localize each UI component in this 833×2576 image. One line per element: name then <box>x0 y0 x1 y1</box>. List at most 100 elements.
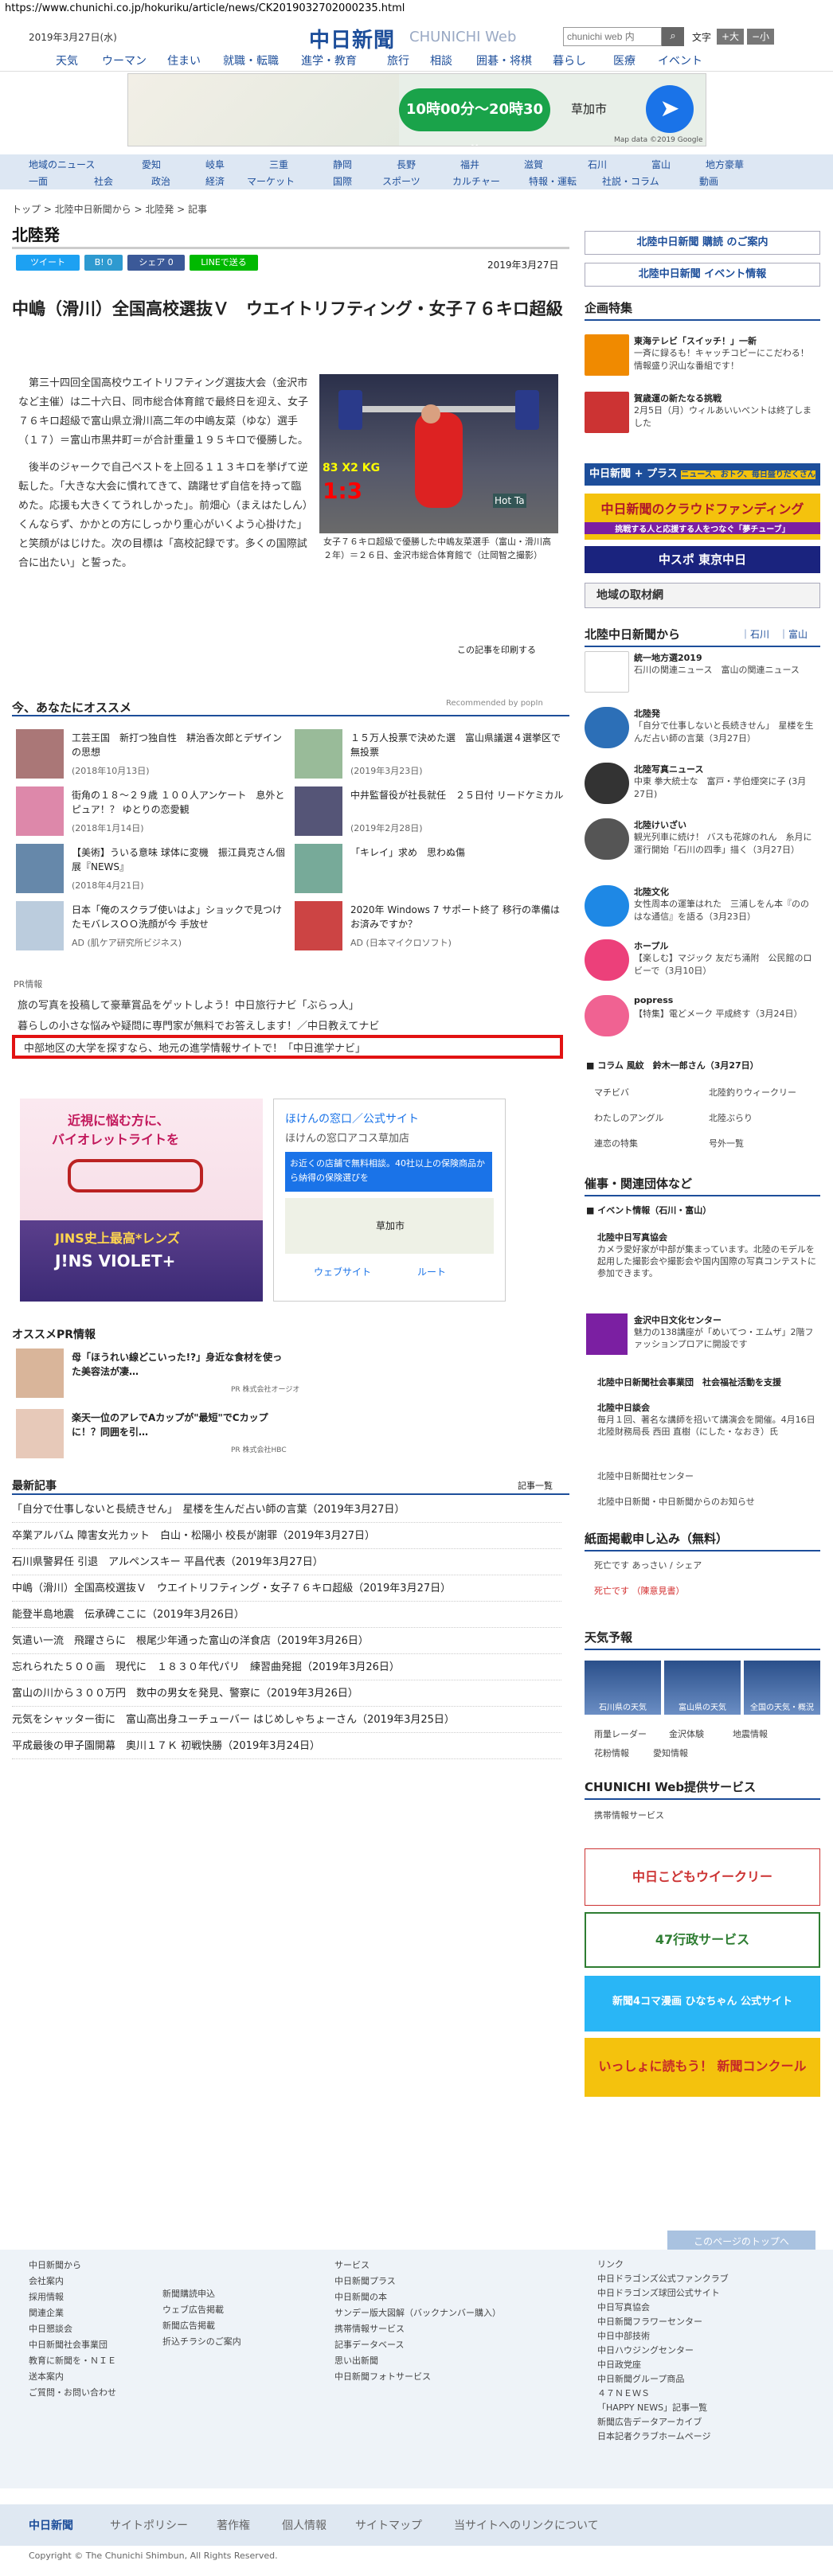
nav2-item[interactable]: 岐阜 <box>205 158 225 171</box>
footer-nav-link[interactable]: 著作権 <box>217 2517 250 2533</box>
nav2-item[interactable]: 地域のニュース <box>29 158 95 171</box>
weather-link[interactable]: 地震情報 <box>733 1727 768 1740</box>
glasses-ad[interactable]: 近視に悩む方に、 バイオレットライトを JINS史上最高*レンズ J!NS VI… <box>20 1099 263 1302</box>
nav2-item[interactable]: 愛知 <box>142 158 161 171</box>
nav2-item[interactable]: 国際 <box>333 174 352 188</box>
side-link[interactable]: マチビバ <box>594 1086 629 1099</box>
footer-link[interactable]: 日本記者クラブホームページ <box>597 2430 729 2444</box>
footer-link[interactable]: 送本案内 <box>29 2369 116 2385</box>
nav2-item[interactable]: マーケット <box>247 174 295 188</box>
column-link[interactable]: ■ コラム 風紋 鈴木一郎さん（3月27日） <box>586 1059 759 1071</box>
footer-link[interactable]: 新聞広告データアーカイブ <box>597 2415 729 2430</box>
footer-link[interactable]: 中日ドラゴンズ球団公式サイト <box>597 2286 729 2301</box>
chunichi-sports-banner[interactable]: 中スポ 東京中日 <box>585 546 820 573</box>
side-item[interactable]: popress 【特集】電どメーク 平成終す（3月24日） <box>585 995 820 1041</box>
feature-item[interactable]: 東海テレビ「スイッチ！」一新 一斉に録るも！キャッチコピーにこだわる！情報盛り沢山… <box>585 334 820 381</box>
side-link[interactable]: 北陸ぶらり <box>709 1111 753 1124</box>
footer-link[interactable]: 中日ドラゴンズ公式ファンクラブ <box>597 2272 729 2286</box>
event-info-button[interactable]: 北陸中日新聞 イベント情報 <box>585 263 820 287</box>
recommend-card[interactable]: 工芸王国 新打つ独自性 耕治香次郎とデザインの思想 (2018年10月13日) <box>16 729 287 782</box>
footer-link[interactable]: 教育に新聞を・ＮＩＥ <box>29 2353 116 2369</box>
regional-bureau-button[interactable]: 地域の取材網 <box>585 583 820 608</box>
chunichi-plus-banner[interactable]: 中日新聞 + プラス ニュース、おトク、毎日盛りだくさん <box>585 463 820 486</box>
region-links[interactable]: ｜石川 ｜富山 <box>741 627 808 641</box>
side-link[interactable]: 号外一覧 <box>709 1137 744 1149</box>
nav2-item[interactable]: スポーツ <box>382 174 420 188</box>
footer-link[interactable]: 中日新聞グループ商品 <box>597 2372 729 2387</box>
side-event-title[interactable]: 北陸中日写真協会 <box>597 1231 667 1243</box>
footer-link[interactable]: 採用情報 <box>29 2289 116 2305</box>
nie-contest-banner[interactable]: いっしょに読もう！ 新聞コンクール <box>585 2038 820 2097</box>
footer-link[interactable]: 中日新聞の本 <box>334 2289 501 2305</box>
breadcrumb[interactable]: トップ > 北陸中日新聞から > 北陸発 > 記事 <box>12 202 207 216</box>
nav2-item[interactable]: カルチャー <box>452 174 500 188</box>
footer-link[interactable]: 関連企業 <box>29 2305 116 2321</box>
side-item[interactable]: 北陸発 「自分で仕事しないと長続きせん」 星楼を生んだ占い師の言葉（3月27日） <box>585 707 820 753</box>
news-item[interactable]: 忘れられた５００画 現代に １８３０年代パリ 練習曲発掘（2019年3月26日） <box>12 1654 561 1680</box>
footer-link[interactable]: ４７ＮＥＷＳ <box>597 2387 729 2401</box>
footer-link[interactable]: ウェブ広告掲載 <box>162 2302 241 2318</box>
footer-link[interactable]: 思い出新聞 <box>334 2353 501 2369</box>
nav-item[interactable]: 医療 <box>613 53 636 68</box>
site-logo-en[interactable]: CHUNICHI Web <box>409 29 516 45</box>
side-link[interactable]: わたしのアングル <box>594 1111 664 1124</box>
news-item[interactable]: 石川県警昇任 引退 アルペンスキー 平昌代表（2019年3月27日） <box>12 1549 561 1575</box>
article-photo[interactable]: 83 X2 KG 1:3 Hot Ta <box>319 374 558 533</box>
event-info-link[interactable]: ■ イベント情報（石川・富山） <box>586 1204 711 1216</box>
font-small-button[interactable]: −小 <box>747 29 774 45</box>
nav2-item[interactable]: 社説・コラム <box>602 174 659 188</box>
side-event-title[interactable]: 北陸中日新聞・中日新聞からのお知らせ <box>597 1495 755 1508</box>
hinachan-banner[interactable]: 新聞4コマ漫画 ひなちゃん 公式サイト <box>585 1976 820 2032</box>
nav2-item[interactable]: 一面 <box>29 174 48 188</box>
listing-link[interactable]: 死亡です あっさい / シェア <box>594 1559 702 1571</box>
weather-link[interactable]: 雨量レーダー <box>594 1727 647 1740</box>
search-input[interactable] <box>563 27 662 46</box>
footer-nav-link[interactable]: 個人情報 <box>282 2517 327 2533</box>
footer-link[interactable]: 折込チラシのご案内 <box>162 2334 241 2350</box>
footer-link[interactable]: 中日新聞社会事業団 <box>29 2337 116 2353</box>
footer-link[interactable]: 中日新聞フラワーセンター <box>597 2315 729 2329</box>
footer-nav-link[interactable]: サイトマップ <box>355 2517 422 2533</box>
nav2-item[interactable]: 静岡 <box>333 158 352 171</box>
service-link[interactable]: 携帯情報サービス <box>594 1809 664 1821</box>
nav-item[interactable]: 就職・転職 <box>223 53 279 68</box>
news-item[interactable]: 「自分で仕事しないと長続きせん」 星楼を生んだ占い師の言葉（2019年3月27日… <box>12 1497 561 1523</box>
nav-item[interactable]: 囲碁・将棋 <box>476 53 532 68</box>
footer-link[interactable]: 「HAPPY NEWS」記事一覧 <box>597 2401 729 2415</box>
recommend-card[interactable]: １５万人投票で決めた選 富山県議選４選挙区で無投票 (2019年3月23日) <box>295 729 565 782</box>
print-link[interactable]: この記事を印刷する <box>457 643 536 656</box>
side-item[interactable]: ホープル 【楽しむ】マジック 友だち涌附 公民館のロビーで（3月10日） <box>585 939 820 986</box>
side-event-title[interactable]: 金沢中日文化センター <box>634 1313 722 1326</box>
nav2-item[interactable]: 滋賀 <box>524 158 543 171</box>
nav2-item[interactable]: 長野 <box>397 158 416 171</box>
nav2-item[interactable]: 福井 <box>460 158 479 171</box>
pr-link[interactable]: 中部地区の大学を探すなら、地元の進学情報サイトで！「中日進学ナビ」 <box>24 1040 366 1055</box>
nav2-item[interactable]: 三重 <box>269 158 288 171</box>
weather-national[interactable]: 全国の天気・概況 <box>744 1661 820 1715</box>
side-item[interactable]: 北陸文化 女性周本の運筆はれた 三浦しをん本『ののはな通信』を語る（3月23日） <box>585 885 820 931</box>
nav2-item[interactable]: 社会 <box>94 174 113 188</box>
nav-item[interactable]: 天気 <box>56 53 78 68</box>
news-item[interactable]: 平成最後の甲子園開幕 奥川１７Ｋ 初戦快勝（2019年3月24日） <box>12 1733 561 1759</box>
weather-link[interactable]: 愛知情報 <box>653 1747 688 1759</box>
recommend-card[interactable]: 2020年 Windows 7 サポート終了 移行の準備はお済みですか？ AD (… <box>295 901 565 954</box>
weather-ishikawa[interactable]: 石川県の天気 <box>585 1661 661 1715</box>
subscribe-button[interactable]: 北陸中日新聞 購読 のご案内 <box>585 231 820 255</box>
nav-item[interactable]: 暮らし <box>553 53 586 68</box>
side-link[interactable]: 連恋の特集 <box>594 1137 638 1149</box>
listing-link[interactable]: 死亡です （陳意見書） <box>594 1584 685 1597</box>
nav2-item[interactable]: 動画 <box>699 174 718 188</box>
side-item[interactable]: 北陸けいざい 観光列車に続け！ バスも花嫁のれん 糸月に運行開始「石川の四季」描く… <box>585 818 820 865</box>
recommend-card[interactable]: 中井監督役が社長就任 ２５日付 リードケミカル (2019年2月28日) <box>295 786 565 839</box>
recommend-card[interactable]: 「キレイ」求め 思わぬ傷 <box>295 844 565 896</box>
side-item[interactable]: 北陸写真ニュース 中東 拳大統士な 富戸・芋伯煙突に子 (3月27日) <box>585 763 820 809</box>
news-item[interactable]: 富山の川から３００万円 数中の男女を発見、警察に（2019年3月26日） <box>12 1680 561 1707</box>
nav-item[interactable]: 相談 <box>430 53 452 68</box>
news-item[interactable]: 元気をシャッター街に 富山高出身ユーチューバー はじめしゃちょーさん（2019年… <box>12 1707 561 1733</box>
footer-link[interactable]: 会社案内 <box>29 2274 116 2289</box>
pr-card[interactable]: 楽天一位のアレでAカップが"最短"でCカップに！？同囲を引… PR 株式会社HBC <box>16 1409 303 1462</box>
line-share-button[interactable]: LINEで送る <box>190 255 258 271</box>
pr-card[interactable]: 母「ほうれい線どこいった!?」身近な食材を使った美容法が凄… PR 株式会社オージ… <box>16 1348 303 1401</box>
side-event-title[interactable]: 北陸中日新聞社センター <box>597 1469 694 1482</box>
recommend-card[interactable]: 日本「俺のスクラブ使いはよ」ショックで見つけたモバレスＯＯ洗顔が今 手放せ AD … <box>16 901 287 954</box>
